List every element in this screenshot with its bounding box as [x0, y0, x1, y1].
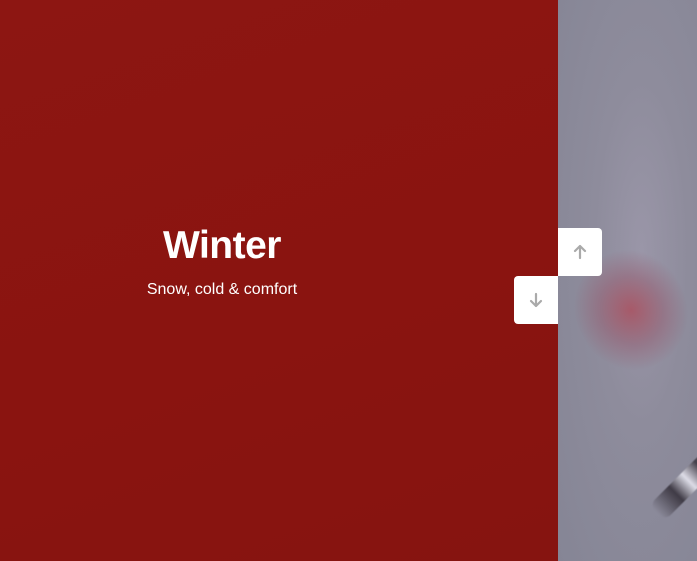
arrow-down-icon — [528, 292, 544, 308]
next-slide-button[interactable] — [514, 276, 558, 324]
slide-image-panel — [558, 0, 697, 561]
slide-text-panel: Winter Snow, cold & comfort — [0, 0, 558, 561]
slide-subtitle: Snow, cold & comfort — [146, 281, 298, 298]
slider-stage: Winter Snow, cold & comfort — [0, 0, 697, 561]
previous-slide-button[interactable] — [558, 228, 602, 276]
slide-title: Winter — [163, 224, 281, 267]
blurred-branch-shape — [649, 441, 697, 521]
arrow-up-icon — [572, 244, 588, 260]
